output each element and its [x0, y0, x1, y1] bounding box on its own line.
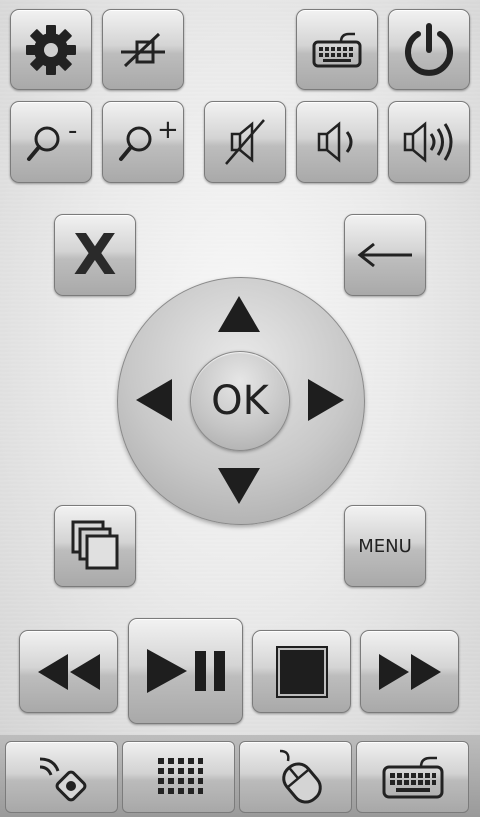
power-button[interactable] — [388, 9, 470, 90]
windows-button[interactable] — [54, 505, 136, 587]
windows-icon — [71, 520, 119, 570]
ok-label: OK — [211, 378, 269, 424]
tab-mouse[interactable] — [239, 741, 352, 813]
disconnect-button[interactable] — [102, 9, 184, 90]
volume-low-icon — [317, 121, 353, 163]
volume-down-button[interactable] — [296, 101, 378, 183]
network-disconnected-icon — [121, 32, 165, 67]
mute-button[interactable] — [204, 101, 286, 183]
tab-keyboard[interactable] — [356, 741, 469, 813]
keyboard-icon — [312, 32, 362, 67]
mouse-icon — [279, 749, 322, 804]
settings-button[interactable] — [10, 9, 92, 90]
fast-forward-button[interactable] — [360, 630, 459, 713]
menu-button[interactable]: MENU — [344, 505, 426, 587]
play-pause-icon — [146, 649, 225, 693]
play-pause-button[interactable] — [128, 618, 243, 724]
dpad-up-arrow[interactable] — [218, 296, 260, 332]
zoom-in-button[interactable]: + — [102, 101, 184, 183]
power-icon — [405, 22, 453, 76]
volume-up-button[interactable] — [388, 101, 470, 183]
stop-icon — [275, 645, 328, 698]
keyboard-icon — [382, 756, 443, 799]
close-button[interactable]: X — [54, 214, 136, 296]
menu-label: MENU — [358, 535, 412, 557]
zoom-in-sign: + — [157, 115, 179, 145]
mute-icon — [225, 119, 265, 165]
remote-icon — [39, 757, 86, 802]
back-button[interactable] — [344, 214, 426, 296]
zoom-out-sign: - — [68, 116, 78, 146]
keyboard-button[interactable] — [296, 9, 378, 90]
numpad-icon — [157, 758, 203, 794]
stop-button[interactable] — [252, 630, 351, 713]
back-arrow-icon — [357, 242, 412, 268]
fast-forward-icon — [378, 653, 441, 690]
tab-remote[interactable] — [5, 741, 118, 813]
tab-numpad[interactable] — [122, 741, 235, 813]
gear-icon — [26, 24, 76, 75]
rewind-icon — [37, 653, 100, 690]
ok-button[interactable]: OK — [190, 351, 290, 451]
volume-high-icon — [403, 121, 453, 163]
dpad-right-arrow[interactable] — [308, 379, 344, 421]
zoom-out-button[interactable]: - — [10, 101, 92, 183]
dpad-down-arrow[interactable] — [218, 468, 260, 504]
dpad-left-arrow[interactable] — [136, 379, 172, 421]
close-label: X — [73, 222, 117, 288]
rewind-button[interactable] — [19, 630, 118, 713]
